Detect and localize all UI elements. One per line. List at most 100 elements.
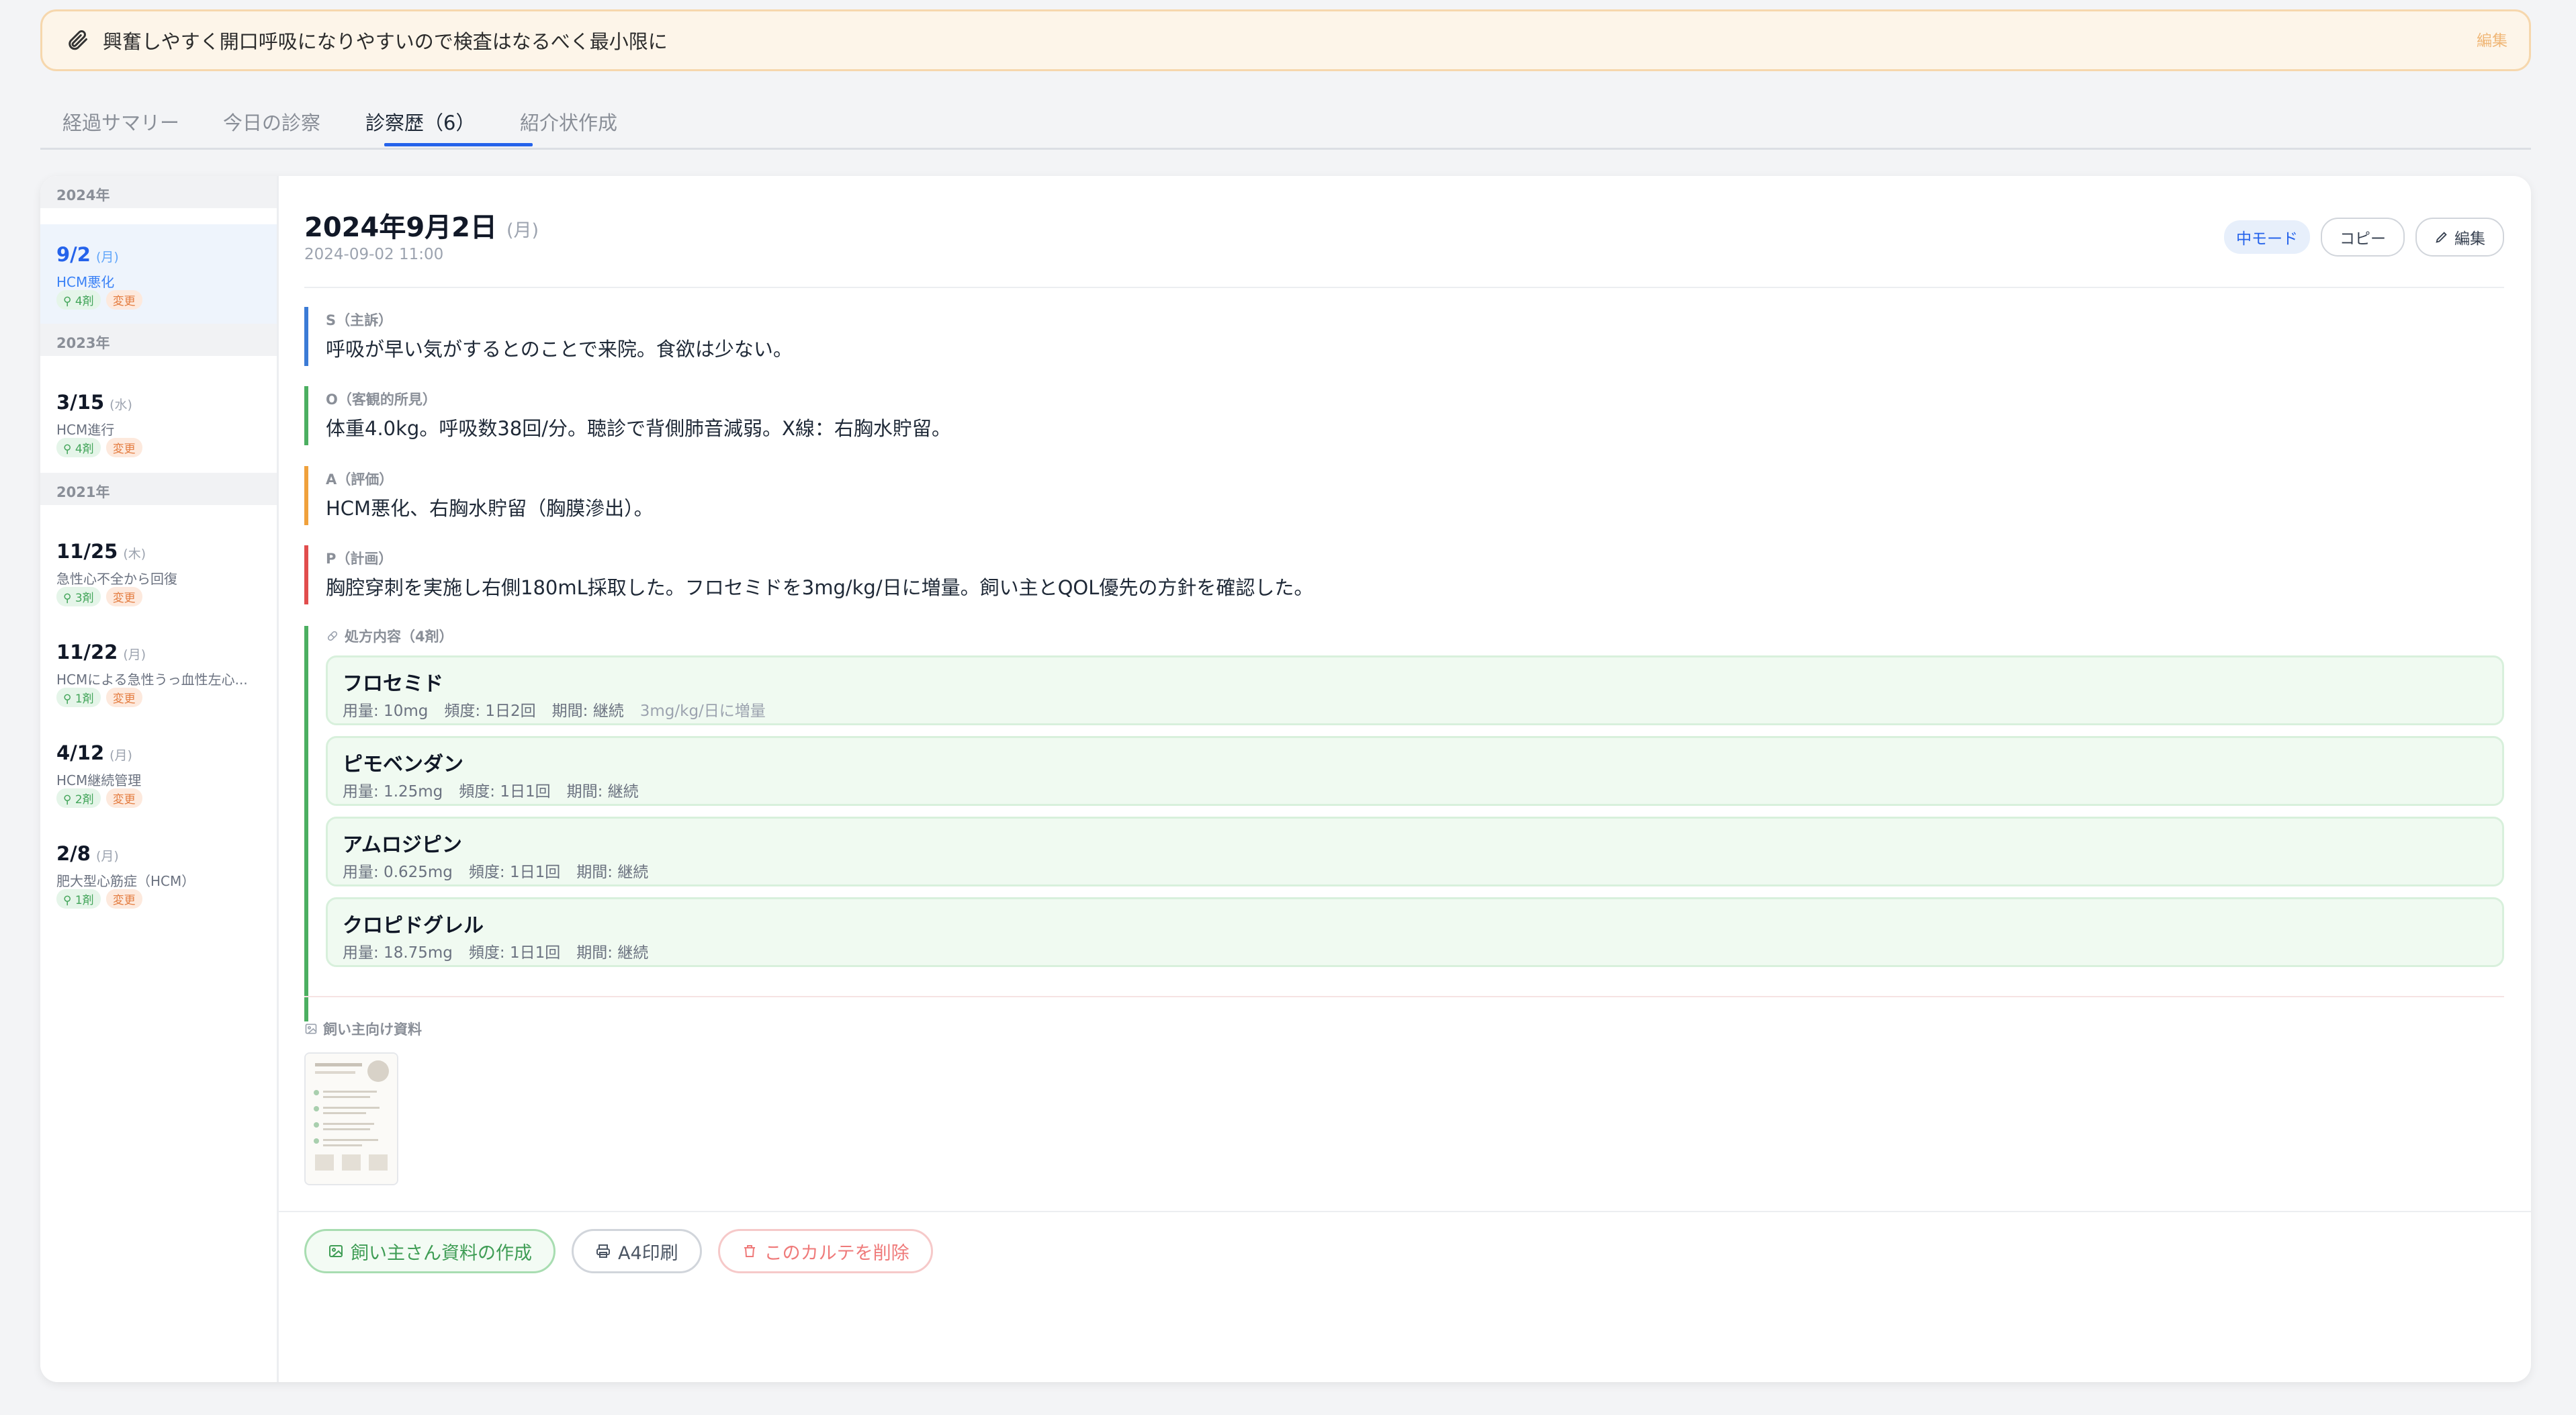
alert-edit-link[interactable]: 編集 [2477, 28, 2507, 50]
drug-dose: 用量: 1.25mg [343, 783, 443, 801]
rx-count: 1剤 [75, 894, 94, 907]
drug-details: 用量: 0.625mg 頻度: 1日1回 期間: 継続 [343, 859, 664, 882]
pencil-icon [2436, 232, 2447, 243]
tab-bar: 経過サマリー 今日の診察 診察歴（6） 紹介状作成 [40, 94, 2531, 150]
history-card: 2024年 9/2 (月) HCM悪化 ⚲ 4剤 変更 2023年 3/15 (水)… [40, 176, 2531, 1382]
soap-objective: O（客観的所見） 体重4.0kg。呼吸数38回/分。聴診で背側肺音減弱。X線：右… [304, 386, 2504, 445]
visit-desc: HCMによる急性うっ血性左心... [56, 672, 248, 688]
drug-period: 期間: 継続 [566, 783, 639, 801]
copy-button[interactable]: コピー [2321, 218, 2405, 257]
visit-item[interactable]: 3/15 (水) HCM進行 ⚲ 4剤 変更 [40, 372, 277, 471]
print-button[interactable]: A4印刷 [572, 1229, 702, 1273]
change-badge: 変更 [105, 788, 142, 808]
pill-icon [327, 631, 338, 641]
visit-desc: HCM継続管理 [56, 772, 142, 788]
tab-today-exam[interactable]: 今日の診察 [223, 107, 320, 136]
visit-badges: ⚲ 3剤 変更 [56, 587, 142, 606]
soap-text: 体重4.0kg。呼吸数38回/分。聴診で背側肺音減弱。X線：右胸水貯留。 [326, 417, 951, 440]
document-preview-icon [306, 1054, 397, 1184]
year-label: 2023年 [56, 335, 110, 351]
change-badge: 変更 [105, 290, 142, 310]
tab-referral-letter[interactable]: 紹介状作成 [520, 107, 617, 136]
drug-note: 3mg/kg/日に増量 [639, 702, 766, 720]
divider [279, 1211, 2531, 1212]
visit-item[interactable]: 11/22 (月) HCMによる急性うっ血性左心... ⚲ 1剤 変更 [40, 621, 277, 721]
year-header: 2023年 [40, 324, 277, 356]
year-label: 2021年 [56, 484, 110, 500]
visit-dow: (月) [123, 647, 146, 662]
drug-frequency: 頻度: 1日1回 [468, 864, 561, 881]
visit-badges: ⚲ 4剤 変更 [56, 290, 142, 310]
image-icon [329, 1245, 343, 1257]
soap-label: A（評価） [326, 471, 394, 488]
visit-badges: ⚲ 1剤 変更 [56, 889, 142, 909]
copy-label: コピー [2340, 230, 2386, 248]
visit-item[interactable]: 2/8 (月) 肥大型心筋症（HCM） ⚲ 1剤 変更 [40, 822, 277, 923]
year-label: 2024年 [56, 187, 110, 203]
edit-button[interactable]: 編集 [2415, 218, 2504, 257]
visit-desc: HCM進行 [56, 422, 115, 438]
visit-item[interactable]: 9/2 (月) HCM悪化 ⚲ 4剤 変更 [40, 224, 277, 324]
drug-period: 期間: 継続 [576, 944, 649, 962]
drug-card: フロセミド 用量: 10mg 頻度: 1日2回 期間: 継続 3mg/kg/日に増量 [326, 655, 2504, 725]
soap-text: 胸腔穿刺を実施し右側180mL採取した。フロセミドを3mg/kg/日に増量。飼い… [326, 576, 1314, 599]
record-date: 2024年9月2日 [304, 212, 497, 243]
visit-desc: 急性心不全から回復 [56, 571, 177, 587]
active-tab-indicator [384, 143, 533, 146]
drug-name: アムロジピン [343, 833, 462, 857]
create-material-label: 飼い主さん資料の作成 [351, 1242, 532, 1264]
drug-dose: 用量: 18.75mg [343, 944, 453, 962]
soap-plan: P（計画） 胸腔穿刺を実施し右側180mL採取した。フロセミドを3mg/kg/日… [304, 545, 2504, 604]
record-detail: 2024年9月2日 (月) 2024-09-02 11:00 中モード コピー 編… [279, 176, 2531, 1382]
materials-header: 飼い主向け資料 [304, 1019, 422, 1039]
trash-icon [744, 1245, 755, 1257]
drug-card: ピモベンダン 用量: 1.25mg 頻度: 1日1回 期間: 継続 [326, 736, 2504, 806]
change-badge: 変更 [105, 688, 142, 707]
visit-dow: (月) [95, 250, 119, 265]
visit-item[interactable]: 4/12 (月) HCM継続管理 ⚲ 2剤 変更 [40, 721, 277, 822]
rx-count: 4剤 [75, 295, 94, 308]
drug-details: 用量: 10mg 頻度: 1日2回 期間: 継続 3mg/kg/日に増量 [343, 698, 782, 721]
visit-desc: 肥大型心筋症（HCM） [56, 873, 195, 889]
visit-date-text: 2/8 [56, 842, 91, 865]
drug-card: クロピドグレル 用量: 18.75mg 頻度: 1日1回 期間: 継続 [326, 897, 2504, 967]
rx-count: 1剤 [75, 692, 94, 706]
drug-details: 用量: 1.25mg 頻度: 1日1回 期間: 継続 [343, 778, 655, 801]
drug-frequency: 頻度: 1日2回 [444, 702, 536, 720]
visit-date: 3/15 (水) [56, 391, 132, 414]
bottom-actions: 飼い主さん資料の作成 A4印刷 このカルテを削除 [304, 1229, 933, 1273]
visit-date-text: 4/12 [56, 741, 105, 764]
create-material-button[interactable]: 飼い主さん資料の作成 [304, 1229, 556, 1273]
drug-card: アムロジピン 用量: 0.625mg 頻度: 1日1回 期間: 継続 [326, 817, 2504, 886]
prescription-header-text: 処方内容（4剤） [345, 629, 453, 645]
soap-subjective: S（主訴） 呼吸が早い気がするとのことで来院。食欲は少ない。 [304, 307, 2504, 366]
edit-label: 編集 [2454, 230, 2485, 248]
drug-frequency: 頻度: 1日1回 [459, 783, 551, 801]
drug-dose: 用量: 0.625mg [343, 864, 453, 881]
drug-period: 期間: 継続 [551, 702, 624, 720]
rx-count-badge: ⚲ 3剤 [56, 587, 101, 606]
tab-exam-history[interactable]: 診察歴（6） [365, 107, 475, 136]
soap-label: S（主訴） [326, 312, 393, 328]
delete-label: このカルテを削除 [764, 1242, 909, 1264]
alert-banner: 興奮しやすく開口呼吸になりやすいので検査はなるべく最小限に 編集 [40, 9, 2531, 71]
soap-text: HCM悪化、右胸水貯留（胸膜滲出）。 [326, 497, 654, 520]
owner-material-thumbnail[interactable] [304, 1052, 398, 1185]
record-actions: 中モード コピー 編集 [2224, 218, 2504, 257]
tab-progress-summary[interactable]: 経過サマリー [62, 107, 179, 136]
record-title: 2024年9月2日 (月) [304, 206, 539, 244]
visit-date: 11/25 (木) [56, 540, 146, 563]
rx-count-badge: ⚲ 1剤 [56, 688, 101, 707]
mode-badge: 中モード [2224, 220, 2310, 254]
change-badge: 変更 [105, 587, 142, 606]
rx-count-badge: ⚲ 4剤 [56, 438, 101, 457]
drug-dose: 用量: 10mg [343, 702, 429, 720]
rx-count: 4剤 [75, 443, 94, 456]
visit-date: 9/2 (月) [56, 243, 119, 266]
visit-item[interactable]: 11/25 (木) 急性心不全から回復 ⚲ 3剤 変更 [40, 521, 277, 621]
delete-record-button[interactable]: このカルテを削除 [717, 1229, 933, 1273]
soap-assessment: A（評価） HCM悪化、右胸水貯留（胸膜滲出）。 [304, 466, 2504, 525]
visit-date: 4/12 (月) [56, 741, 132, 764]
visit-date: 2/8 (月) [56, 842, 119, 865]
divider [304, 996, 2504, 997]
